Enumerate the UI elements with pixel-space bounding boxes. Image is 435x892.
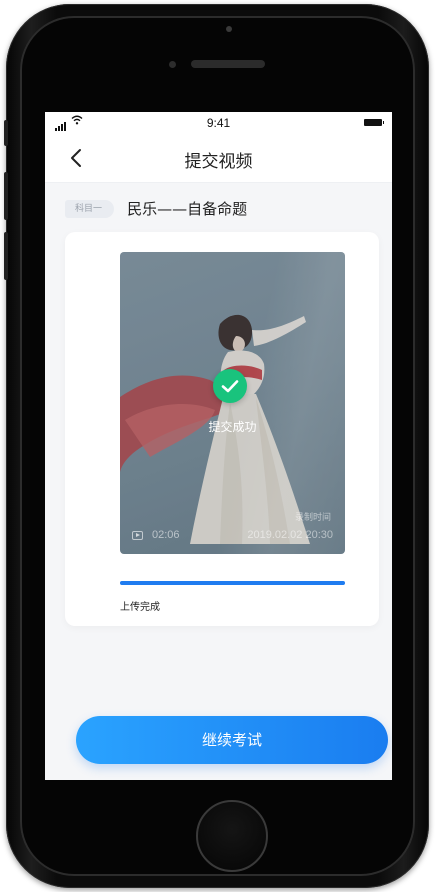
record-time-label: 录制时间 <box>294 513 331 523</box>
subject-title: 民乐——自备命题 <box>127 200 248 218</box>
record-time: 2019.02.02 20:30 <box>247 529 333 541</box>
success-text: 提交成功 <box>208 420 257 434</box>
subject-header: 科目一 民乐——自备命题 <box>65 198 247 220</box>
earpiece-speaker <box>191 60 265 68</box>
video-thumbnail[interactable]: 提交成功 录制时间 02:06 2019.02.02 20:30 <box>120 252 345 554</box>
video-duration: 02:06 <box>152 529 180 541</box>
continue-exam-button[interactable]: 继续考试 <box>76 716 388 764</box>
check-icon <box>213 369 247 403</box>
upload-status: 上传完成 <box>120 602 160 613</box>
home-button[interactable] <box>196 800 268 872</box>
proximity-sensor <box>226 26 232 32</box>
volume-down-button <box>4 232 8 280</box>
mute-switch <box>4 120 8 146</box>
upload-progress-bar <box>120 581 345 585</box>
video-card: 提交成功 录制时间 02:06 2019.02.02 20:30 上传完成 <box>65 232 379 626</box>
nav-bar: 提交视频 <box>45 134 392 183</box>
battery-icon <box>364 119 384 126</box>
subject-tag: 科目一 <box>65 199 115 218</box>
app-screen: 9:41 提交视频 科目一 民乐——自备命题 提交成功 录制时间 02:06 2… <box>45 112 392 780</box>
status-bar: 9:41 <box>45 112 392 134</box>
phone-frame: 9:41 提交视频 科目一 民乐——自备命题 提交成功 录制时间 02:06 2… <box>4 4 429 888</box>
front-camera <box>169 61 176 68</box>
video-icon <box>132 531 143 540</box>
page-title: 提交视频 <box>184 152 253 172</box>
volume-up-button <box>4 172 8 220</box>
video-overlay <box>120 252 345 554</box>
upload-progress-fill <box>120 581 345 585</box>
status-time: 9:41 <box>206 116 231 130</box>
